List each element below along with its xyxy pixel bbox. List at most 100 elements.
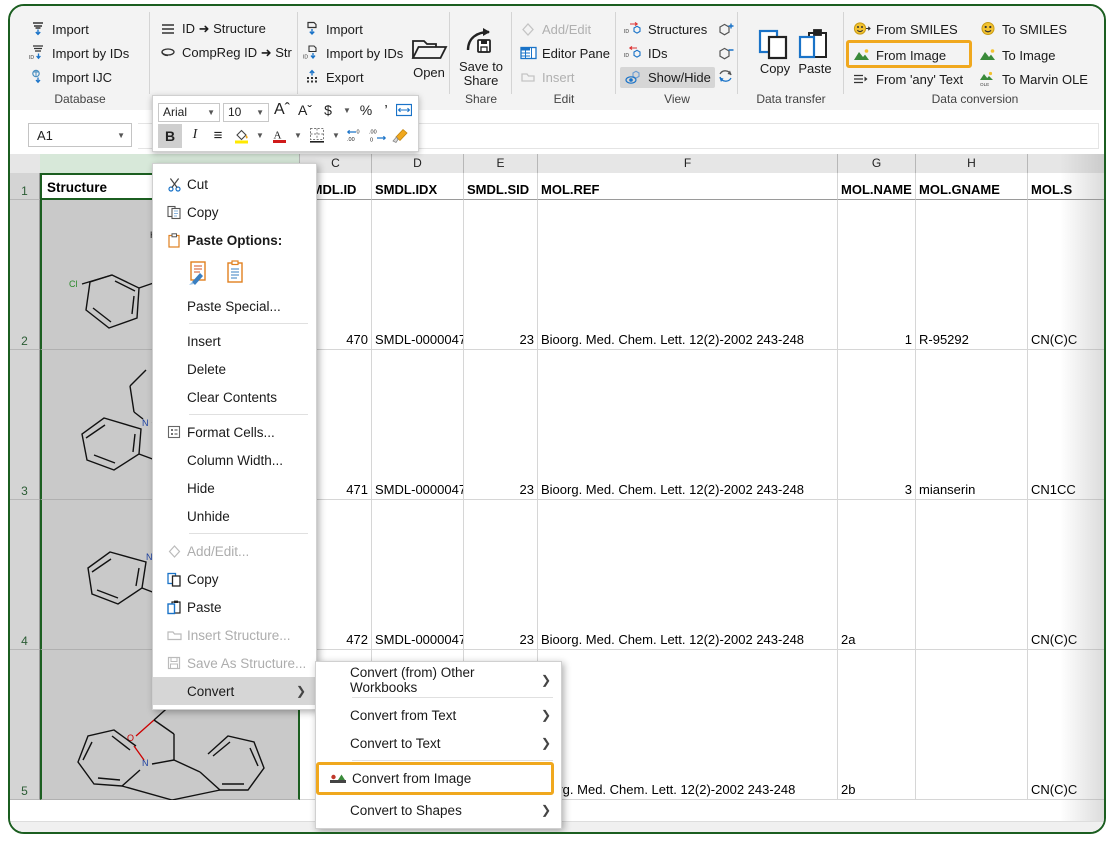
- cell-D3[interactable]: SMDL-00000471: [372, 350, 464, 500]
- row-header-3[interactable]: 3: [10, 350, 40, 500]
- save-to-share-button[interactable]: Save to Share: [454, 18, 508, 88]
- submenu-item-convert-to-text[interactable]: Convert to Text ❯: [316, 729, 561, 757]
- format-painter-button[interactable]: [389, 124, 411, 146]
- menu-item-format-cells[interactable]: Format Cells...: [153, 418, 316, 446]
- row-header-5[interactable]: 5: [10, 650, 40, 800]
- hexagon-plus-icon[interactable]: [716, 20, 736, 40]
- ribbon-item-compreg[interactable]: CompReg ID ➜ Str: [158, 42, 292, 64]
- cell-H2[interactable]: R-95292: [916, 200, 1028, 350]
- menu-item-column-width[interactable]: Column Width...: [153, 446, 316, 474]
- menu-item-cut[interactable]: Cut: [153, 170, 316, 198]
- cell-I1[interactable]: MOL.S: [1028, 173, 1106, 200]
- ribbon-item-structures[interactable]: ID Structures: [624, 18, 707, 40]
- menu-item-chem-paste[interactable]: Paste: [153, 593, 316, 621]
- cell-G4[interactable]: 2a: [838, 500, 916, 650]
- cell-G5[interactable]: 2b: [838, 650, 916, 800]
- paste-formatting-icon[interactable]: [187, 260, 211, 286]
- column-header-F[interactable]: F: [538, 154, 838, 173]
- ribbon-item-from-smiles[interactable]: From SMILES: [852, 18, 958, 40]
- cell-F5[interactable]: ioorg. Med. Chem. Lett. 12(2)-2002 243-2…: [538, 650, 838, 800]
- increase-font-size-button[interactable]: Aˆ: [271, 99, 293, 121]
- chevron-down-icon[interactable]: ▼: [207, 108, 219, 117]
- font-size-combo[interactable]: 10 ▼: [223, 103, 269, 122]
- menu-item-clear-contents[interactable]: Clear Contents: [153, 383, 316, 411]
- refresh-structures-icon[interactable]: [716, 68, 736, 86]
- column-header-I[interactable]: [1028, 154, 1106, 173]
- ribbon-item-editor-pane[interactable]: Editor Pane: [518, 42, 610, 64]
- percent-style-button[interactable]: %: [355, 99, 377, 121]
- menu-item-save-as-structure[interactable]: Save As Structure...: [153, 649, 316, 677]
- ribbon-item-import-by-ids[interactable]: ID Import by IDs: [28, 42, 129, 64]
- ribbon-item-to-marvin-ole[interactable]: OLE To Marvin OLE: [978, 68, 1088, 90]
- cell-D4[interactable]: SMDL-00000472: [372, 500, 464, 650]
- menu-item-paste-special[interactable]: Paste Special...: [153, 292, 316, 320]
- chevron-down-icon[interactable]: ▼: [117, 131, 125, 140]
- ribbon-item-to-image[interactable]: To Image: [978, 44, 1055, 66]
- menu-item-convert[interactable]: Convert ❯: [153, 677, 316, 705]
- ribbon-item-id-structure[interactable]: ID ➜ Structure: [158, 18, 266, 40]
- italic-button[interactable]: I: [184, 124, 206, 146]
- cell-H4[interactable]: [916, 500, 1028, 650]
- increase-decimal-button[interactable]: .000: [366, 124, 388, 146]
- cell-F1[interactable]: MOL.REF: [538, 173, 838, 200]
- column-header-D[interactable]: D: [372, 154, 464, 173]
- cell-G2[interactable]: 1: [838, 200, 916, 350]
- ribbon-item-add-edit[interactable]: Add/Edit: [518, 18, 591, 40]
- merge-center-button[interactable]: [393, 99, 415, 121]
- align-button[interactable]: ≡: [207, 124, 229, 146]
- submenu-item-convert-from-text[interactable]: Convert from Text ❯: [316, 701, 561, 729]
- menu-item-hide[interactable]: Hide: [153, 474, 316, 502]
- row-header-1[interactable]: 1: [10, 173, 40, 200]
- cell-H5[interactable]: [916, 650, 1028, 800]
- menu-item-insert[interactable]: Insert: [153, 327, 316, 355]
- column-header-H[interactable]: H: [916, 154, 1028, 173]
- ribbon-item-import-2[interactable]: Import: [302, 18, 363, 40]
- ribbon-item-insert[interactable]: Insert: [518, 66, 575, 88]
- cell-F4[interactable]: Bioorg. Med. Chem. Lett. 12(2)-2002 243-…: [538, 500, 838, 650]
- row-header-2[interactable]: 2: [10, 200, 40, 350]
- cell-I4[interactable]: CN(C)C: [1028, 500, 1106, 650]
- ribbon-item-import[interactable]: Import: [28, 18, 89, 40]
- column-header-E[interactable]: E: [464, 154, 538, 173]
- name-box[interactable]: A1 ▼: [28, 123, 132, 147]
- cell-D1[interactable]: SMDL.IDX: [372, 173, 464, 200]
- cell-I2[interactable]: CN(C)C: [1028, 200, 1106, 350]
- cell-I5[interactable]: CN(C)C: [1028, 650, 1106, 800]
- ribbon-item-from-any-text[interactable]: From 'any' Text: [852, 68, 963, 90]
- decrease-decimal-button[interactable]: 0.00: [344, 124, 366, 146]
- cell-E2[interactable]: 23: [464, 200, 538, 350]
- cell-G3[interactable]: 3: [838, 350, 916, 500]
- decrease-font-size-button[interactable]: Aˇ: [294, 99, 316, 121]
- cell-H3[interactable]: mianserin: [916, 350, 1028, 500]
- cell-D2[interactable]: SMDL-00000470: [372, 200, 464, 350]
- bold-button[interactable]: B: [158, 124, 182, 148]
- ribbon-item-show-hide[interactable]: Show/Hide: [624, 66, 715, 88]
- ribbon-item-import-ijc[interactable]: Import IJC: [28, 66, 112, 88]
- cell-F3[interactable]: Bioorg. Med. Chem. Lett. 12(2)-2002 243-…: [538, 350, 838, 500]
- cell-E3[interactable]: 23: [464, 350, 538, 500]
- paste-values-icon[interactable]: [223, 260, 247, 286]
- menu-item-delete[interactable]: Delete: [153, 355, 316, 383]
- submenu-item-convert-other-workbooks[interactable]: Convert (from) Other Workbooks ❯: [316, 666, 561, 694]
- cell-G1[interactable]: MOL.NAME: [838, 173, 916, 200]
- row-header-4[interactable]: 4: [10, 500, 40, 650]
- cell-H1[interactable]: MOL.GNAME: [916, 173, 1028, 200]
- ribbon-item-import-by-ids-2[interactable]: ID Import by IDs: [302, 42, 403, 64]
- menu-item-add-edit[interactable]: Add/Edit...: [153, 537, 316, 565]
- menu-item-unhide[interactable]: Unhide: [153, 502, 316, 530]
- chevron-down-icon[interactable]: ▼: [256, 108, 268, 117]
- menu-item-chem-copy[interactable]: Copy: [153, 565, 316, 593]
- column-header-G[interactable]: G: [838, 154, 916, 173]
- cell-F2[interactable]: Bioorg. Med. Chem. Lett. 12(2)-2002 243-…: [538, 200, 838, 350]
- paste-button[interactable]: Paste: [788, 20, 842, 76]
- cell-E4[interactable]: 23: [464, 500, 538, 650]
- ribbon-item-ids[interactable]: ID IDs: [624, 42, 668, 64]
- hexagon-minus-icon[interactable]: [716, 44, 736, 64]
- menu-item-copy[interactable]: Copy: [153, 198, 316, 226]
- cell-I3[interactable]: CN1CC: [1028, 350, 1106, 500]
- cell-E1[interactable]: SMDL.SID: [464, 173, 538, 200]
- submenu-item-convert-to-shapes[interactable]: Convert to Shapes ❯: [316, 796, 561, 824]
- font-name-combo[interactable]: Arial ▼: [158, 103, 220, 122]
- open-button[interactable]: Open: [402, 24, 456, 80]
- ribbon-item-export[interactable]: Export: [302, 66, 364, 88]
